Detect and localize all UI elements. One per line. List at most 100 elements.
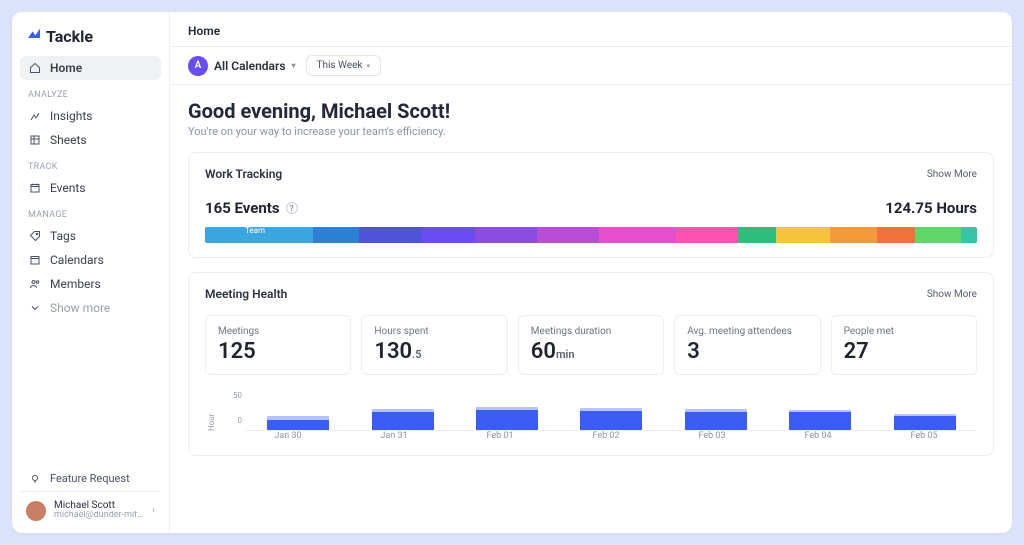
- bulb-icon: [28, 473, 42, 485]
- tracking-segment[interactable]: [599, 227, 676, 243]
- user-email: michael@dunder-miff…: [54, 511, 144, 521]
- metric-value: 60min: [531, 339, 651, 364]
- sidebar-item-home[interactable]: Home: [20, 56, 161, 80]
- tracking-segment[interactable]: [830, 227, 876, 243]
- sidebar-item-label: Tags: [50, 229, 76, 243]
- metric-meetings: Meetings 125: [205, 315, 351, 375]
- filter-bar: A All Calendars ▾ This Week ▾: [170, 47, 1012, 85]
- chart-x-tick: Feb 04: [782, 431, 854, 441]
- hours-count: 124.75 Hours: [885, 199, 977, 217]
- work-tracking-title: Work Tracking: [205, 167, 282, 181]
- sidebar-item-label: Calendars: [50, 253, 104, 267]
- metric-value: 125: [218, 339, 338, 364]
- chart-x-tick: Feb 01: [464, 431, 536, 441]
- chart-x-tick: Feb 05: [888, 431, 960, 441]
- work-tracking-bar-label: Team: [205, 226, 265, 235]
- work-tracking-card: Work Tracking Show More 165 Events ? 124…: [188, 152, 994, 258]
- sidebar-item-sheets[interactable]: Sheets: [20, 128, 161, 152]
- sidebar-item-label: Members: [50, 277, 101, 291]
- sidebar-item-calendars[interactable]: Calendars: [20, 248, 161, 272]
- chart-x-tick: Jan 31: [358, 431, 430, 441]
- metric-avg-meeting-attendees: Avg. meeting attendees 3: [674, 315, 820, 375]
- metric-value: 27: [844, 339, 964, 364]
- tracking-segment[interactable]: [313, 227, 359, 243]
- tracking-segment[interactable]: [877, 227, 916, 243]
- breadcrumb: Home: [170, 12, 1012, 47]
- chart-bar[interactable]: [784, 410, 856, 430]
- calendar-selector[interactable]: A All Calendars ▾: [188, 56, 296, 76]
- sidebar-item-events[interactable]: Events: [20, 176, 161, 200]
- insights-icon: [28, 110, 42, 122]
- metric-hours-spent: Hours spent 130.5: [361, 315, 507, 375]
- nav-group-label: ANALYZE: [20, 80, 161, 104]
- chart-bar[interactable]: [471, 407, 543, 430]
- meeting-health-show-more[interactable]: Show More: [927, 289, 977, 300]
- page-subtitle: You're on your way to increase your team…: [188, 125, 994, 138]
- metric-people-met: People met 27: [831, 315, 977, 375]
- chevron-down-icon: ▾: [291, 61, 295, 70]
- feature-request-link[interactable]: Feature Request: [20, 466, 161, 491]
- events-icon: [28, 182, 42, 194]
- brand-logo: Tackle: [20, 22, 161, 56]
- metric-value: 3: [687, 339, 807, 364]
- work-tracking-show-more[interactable]: Show More: [927, 169, 977, 180]
- chart-bar[interactable]: [680, 409, 752, 430]
- user-name: Michael Scott: [54, 500, 144, 511]
- tracking-segment[interactable]: [421, 227, 475, 243]
- chart-x-tick: Jan 30: [252, 431, 324, 441]
- metric-label: People met: [844, 326, 964, 337]
- tracking-segment[interactable]: [359, 227, 421, 243]
- chart-x-tick: Feb 02: [570, 431, 642, 441]
- tracking-segment[interactable]: [738, 227, 777, 243]
- members-icon: [28, 278, 42, 290]
- meeting-health-chart: Hour 50 0: [205, 391, 977, 431]
- show-more-icon: [28, 302, 42, 314]
- sidebar-item-label: Sheets: [50, 133, 87, 147]
- chart-y-label: Hour: [205, 391, 216, 431]
- info-icon[interactable]: ?: [286, 202, 298, 214]
- sidebar-item-insights[interactable]: Insights: [20, 104, 161, 128]
- tracking-segment[interactable]: [961, 227, 976, 243]
- chart-x-axis: Jan 30 Jan 31 Feb 01 Feb 02 Feb 03 Feb 04 Feb …: [235, 431, 977, 441]
- sidebar-item-members[interactable]: Members: [20, 272, 161, 296]
- tracking-segment[interactable]: [676, 227, 738, 243]
- work-tracking-bar: [205, 227, 977, 243]
- chevron-right-icon: ›: [152, 505, 155, 516]
- chart-x-tick: Feb 03: [676, 431, 748, 441]
- user-menu[interactable]: Michael Scott michael@dunder-miff… ›: [20, 491, 161, 523]
- home-icon: [28, 62, 42, 74]
- sidebar-item-show-more[interactable]: Show more: [20, 296, 161, 320]
- meeting-health-card: Meeting Health Show More Meetings125Hour…: [188, 272, 994, 456]
- metric-label: Meetings duration: [531, 326, 651, 337]
- metric-value: 130.5: [374, 339, 494, 364]
- breadcrumb-label: Home: [188, 24, 220, 38]
- metric-label: Meetings: [218, 326, 338, 337]
- tags-icon: [28, 230, 42, 242]
- chart-bar[interactable]: [889, 414, 961, 430]
- chart-bar[interactable]: [575, 408, 647, 430]
- sidebar-item-label: Home: [50, 61, 82, 75]
- chart-bar[interactable]: [262, 416, 334, 430]
- calendars-icon: [28, 254, 42, 266]
- tracking-segment[interactable]: [475, 227, 537, 243]
- calendar-badge: A: [188, 56, 208, 76]
- metric-meetings-duration: Meetings duration 60min: [518, 315, 664, 375]
- feature-request-label: Feature Request: [50, 472, 130, 485]
- page-title: Good evening, Michael Scott!: [188, 99, 994, 123]
- sidebar-item-label: Events: [50, 181, 86, 195]
- chevron-down-icon: ▾: [366, 62, 370, 70]
- date-range-label: This Week: [317, 60, 363, 71]
- tracking-segment[interactable]: [776, 227, 830, 243]
- tracking-segment[interactable]: [537, 227, 599, 243]
- nav-group-label: MANAGE: [20, 200, 161, 224]
- date-range-selector[interactable]: This Week ▾: [306, 55, 381, 76]
- chart-bar[interactable]: [367, 409, 439, 430]
- nav-group-label: TRACK: [20, 152, 161, 176]
- tracking-segment[interactable]: [915, 227, 961, 243]
- sidebar-item-tags[interactable]: Tags: [20, 224, 161, 248]
- brand-mark-icon: [26, 26, 42, 46]
- sidebar-item-label: Insights: [50, 109, 92, 123]
- chart-y-axis: 50 0: [216, 391, 246, 425]
- metric-label: Avg. meeting attendees: [687, 326, 807, 337]
- metric-label: Hours spent: [374, 326, 494, 337]
